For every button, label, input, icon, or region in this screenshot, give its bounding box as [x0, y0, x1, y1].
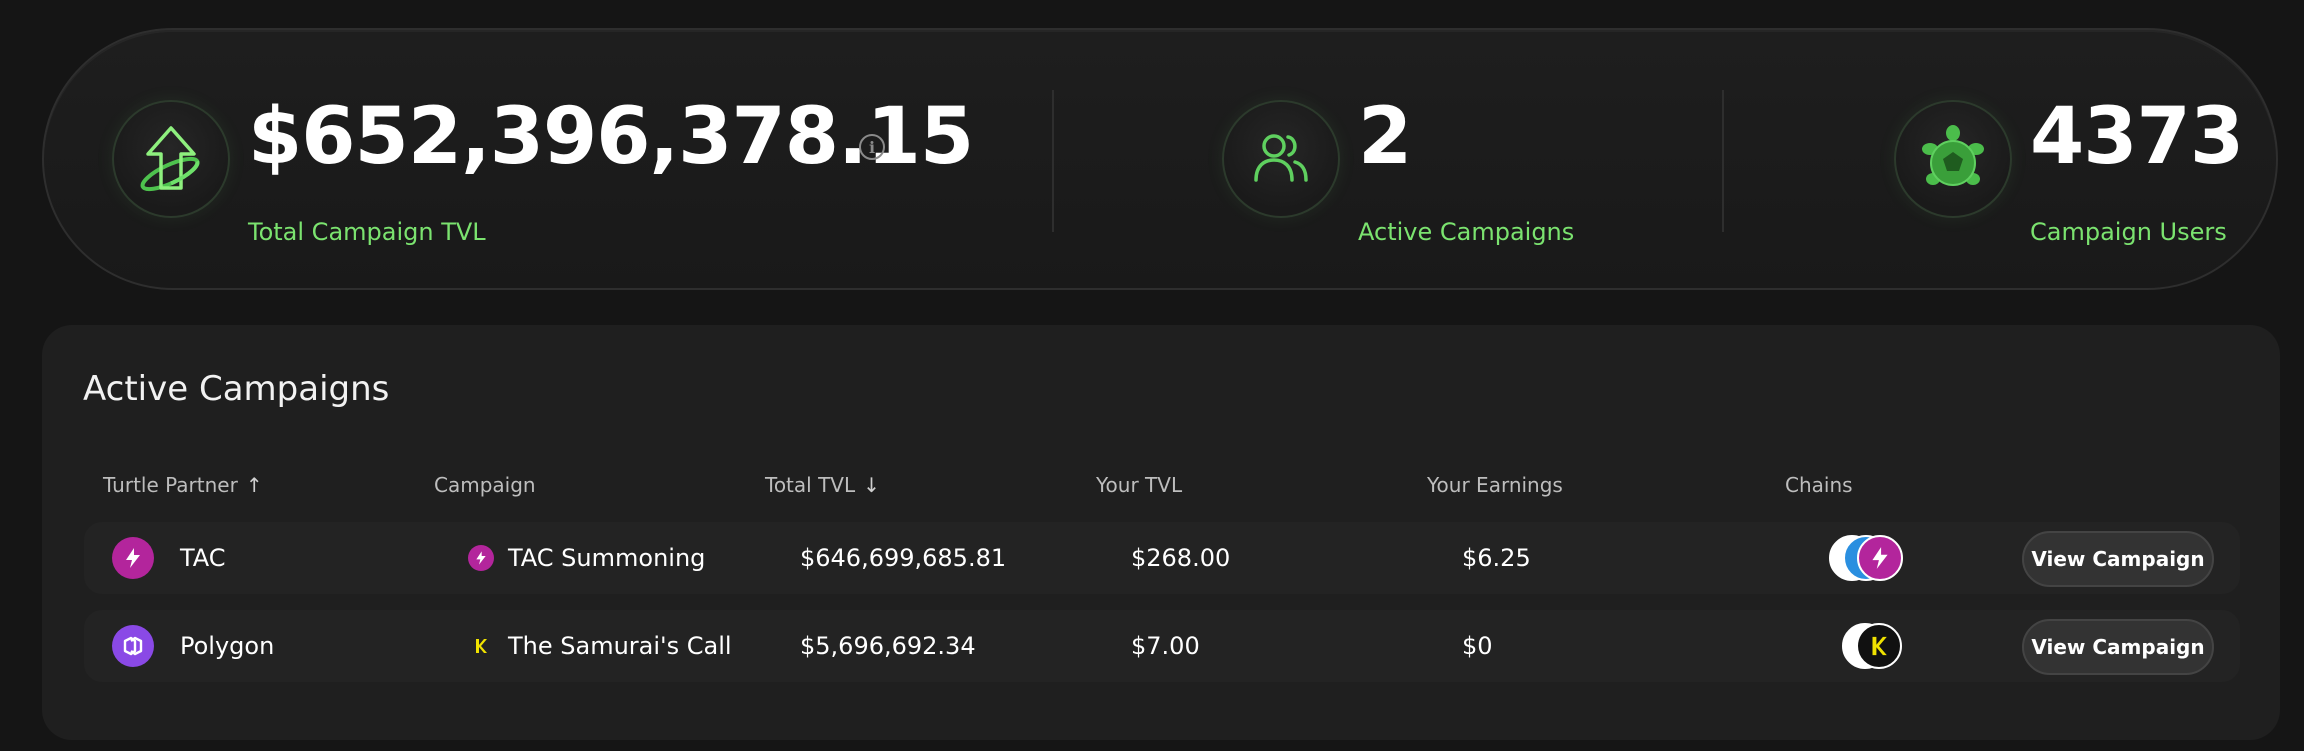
column-label: Your TVL	[1096, 473, 1183, 497]
column-header-partner[interactable]: Turtle Partner ↑	[103, 473, 263, 497]
campaign-users-label: Campaign Users	[2030, 218, 2227, 246]
your-tvl-cell: $7.00	[1131, 632, 1200, 660]
sort-ascending-icon[interactable]: ↑	[246, 473, 263, 497]
partner-name: Polygon	[180, 632, 275, 660]
column-header-chains[interactable]: Chains	[1785, 473, 1853, 497]
polygon-logo-icon	[112, 625, 154, 667]
column-label: Chains	[1785, 473, 1853, 497]
stat-divider	[1052, 90, 1054, 232]
stats-summary-bar: $652,396,378.15 i Total Campaign TVL 2 A…	[42, 28, 2278, 290]
active-campaigns-label: Active Campaigns	[1358, 218, 1575, 246]
samurai-k-icon	[1856, 623, 1902, 669]
chains-cell	[1829, 535, 1919, 581]
view-campaign-button[interactable]: View Campaign	[2022, 619, 2214, 675]
table-row[interactable]: TAC TAC Summoning $646,699,685.81 $268.0…	[84, 522, 2240, 594]
campaign-name: TAC Summoning	[508, 544, 706, 572]
column-label: Campaign	[434, 473, 536, 497]
your-earnings-cell: $0	[1462, 632, 1493, 660]
campaign-name: The Samurai's Call	[508, 632, 732, 660]
your-earnings-cell: $6.25	[1462, 544, 1531, 572]
total-tvl-cell: $5,696,692.34	[800, 632, 976, 660]
users-icon	[1222, 100, 1340, 218]
stat-divider	[1722, 90, 1724, 232]
column-header-your-earnings[interactable]: Your Earnings	[1427, 473, 1563, 497]
chains-cell	[1842, 623, 1918, 669]
campaign-cell: TAC Summoning	[468, 522, 705, 594]
your-tvl-cell: $268.00	[1131, 544, 1231, 572]
tac-logo-icon	[1857, 535, 1903, 581]
samurai-k-icon	[468, 633, 494, 659]
column-header-total-tvl[interactable]: Total TVL ↓	[765, 473, 880, 497]
total-tvl-label: Total Campaign TVL	[248, 218, 486, 246]
table-row[interactable]: Polygon The Samurai's Call $5,696,692.34…	[84, 610, 2240, 682]
active-campaigns-value: 2	[1358, 92, 1412, 182]
turtle-icon	[1894, 100, 2012, 218]
campaign-cell: The Samurai's Call	[468, 610, 732, 682]
sort-descending-icon[interactable]: ↓	[863, 473, 880, 497]
column-label: Turtle Partner	[103, 473, 238, 497]
active-campaigns-panel: Active Campaigns Turtle Partner ↑ Campai…	[42, 325, 2280, 740]
panel-title: Active Campaigns	[83, 369, 390, 409]
arrow-up-icon	[112, 100, 230, 218]
column-header-your-tvl[interactable]: Your TVL	[1096, 473, 1182, 497]
column-label: Total TVL	[765, 473, 856, 497]
partner-cell: TAC	[112, 522, 226, 594]
total-tvl-cell: $646,699,685.81	[800, 544, 1007, 572]
info-icon[interactable]: i	[859, 134, 885, 160]
table-header: Turtle Partner ↑ Campaign Total TVL ↓ Yo…	[42, 473, 2280, 503]
view-campaign-button[interactable]: View Campaign	[2022, 531, 2214, 587]
partner-name: TAC	[180, 544, 226, 572]
column-label: Your Earnings	[1427, 473, 1563, 497]
tac-logo-icon	[112, 537, 154, 579]
partner-cell: Polygon	[112, 610, 274, 682]
column-header-campaign[interactable]: Campaign	[434, 473, 536, 497]
campaign-users-value: 4373	[2030, 92, 2244, 182]
tac-logo-icon	[468, 545, 494, 571]
